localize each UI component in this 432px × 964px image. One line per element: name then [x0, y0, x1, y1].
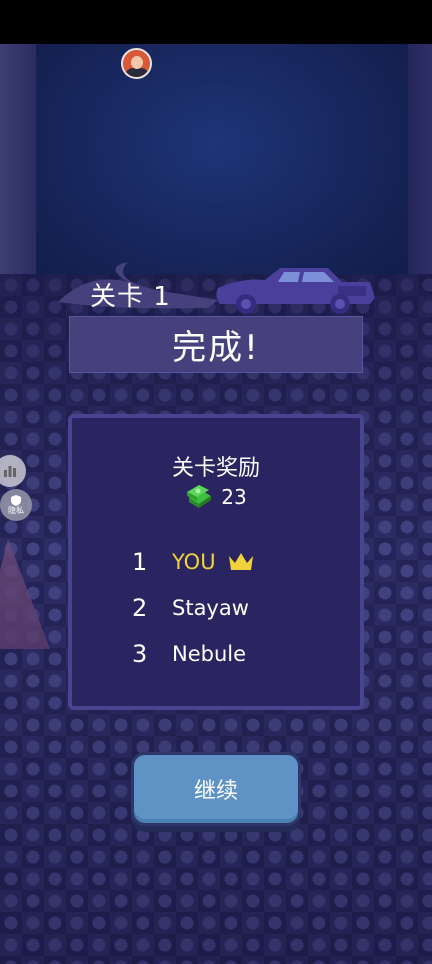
rank-number: 3: [132, 640, 148, 668]
privacy-button[interactable]: 隐私: [0, 489, 32, 521]
reward-row: 23: [72, 484, 360, 510]
rank-player-name: Stayaw: [172, 596, 249, 620]
rank-number: 2: [132, 594, 148, 622]
rank-row: 1 YOU: [132, 548, 254, 576]
status-bar: [0, 0, 432, 44]
privacy-label: 隐私: [8, 506, 24, 515]
continue-label: 继续: [193, 779, 238, 804]
level-complete-banner: 完成!: [69, 316, 363, 373]
rank-player-name: Nebule: [172, 642, 247, 666]
rank-row: 3 Nebule: [132, 640, 246, 668]
level-label: 关卡 1: [90, 282, 171, 312]
rank-row: 2 Stayaw: [132, 594, 249, 622]
cash-stack-icon: [187, 485, 212, 508]
player-avatar-icon[interactable]: [121, 48, 152, 79]
rank-number: 1: [132, 548, 148, 576]
crown-icon: [228, 553, 253, 570]
rank-player-name: YOU: [172, 550, 216, 574]
scene-back-wall: [20, 44, 412, 294]
privacy-shield-icon: 隐私: [8, 495, 24, 515]
reward-title: 关卡奖励: [171, 456, 260, 481]
race-car-icon: [216, 268, 375, 314]
reward-amount: 23: [221, 485, 247, 509]
continue-button[interactable]: 继续: [131, 752, 301, 826]
level-complete-text: 完成!: [172, 328, 260, 368]
results-panel: 关卡奖励 23 1 YOU 2 Stayaw 3 Nebule: [68, 414, 364, 710]
